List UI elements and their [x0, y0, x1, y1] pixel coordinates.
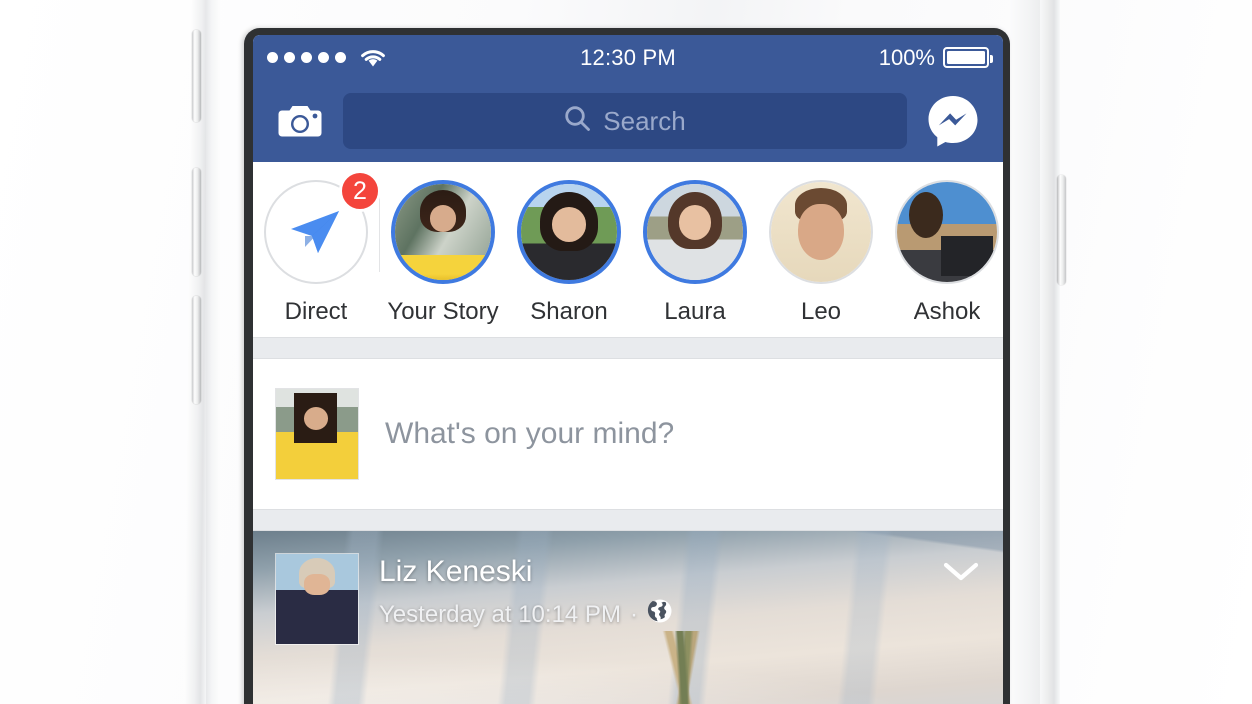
- search-input[interactable]: Search: [343, 93, 907, 149]
- navigation-bar: Search: [253, 80, 1003, 162]
- story-label: Sharon: [530, 298, 608, 325]
- status-bar: 12:30 PM 100%: [253, 35, 1003, 80]
- phone-screen: 12:30 PM 100% Search 2 Direct Your Story…: [253, 35, 1003, 704]
- post-meta: Liz Keneski Yesterday at 10:14 PM ·: [379, 553, 673, 631]
- story-label-direct: Direct: [284, 298, 348, 325]
- story-item-ashok[interactable]: Ashok: [884, 180, 1003, 326]
- silent-switch[interactable]: [192, 30, 201, 122]
- direct-badge: 2: [339, 170, 381, 212]
- story-item-leo[interactable]: Leo: [758, 180, 884, 326]
- avatar: [643, 180, 747, 284]
- search-placeholder: Search: [603, 105, 686, 136]
- battery-full-icon: [943, 47, 993, 68]
- story-label: Leo: [800, 298, 842, 325]
- paper-plane-icon: [291, 211, 339, 253]
- status-right-group: 100%: [878, 44, 993, 71]
- globe-icon[interactable]: [647, 598, 673, 631]
- post-author[interactable]: Liz Keneski: [379, 555, 673, 589]
- avatar: [895, 180, 999, 284]
- camera-icon[interactable]: [275, 99, 325, 143]
- post-subtitle: Yesterday at 10:14 PM ·: [379, 598, 673, 631]
- stories-row[interactable]: 2 Direct Your Story Sharon Laura Leo Ash…: [253, 162, 1003, 337]
- post-timestamp[interactable]: Yesterday at 10:14 PM: [379, 601, 621, 629]
- composer-placeholder: What's on your mind?: [385, 417, 675, 450]
- post-separator: ·: [629, 600, 638, 628]
- section-separator: [253, 337, 1003, 359]
- chevron-down-icon[interactable]: [941, 553, 981, 590]
- story-item-sharon[interactable]: Sharon: [506, 180, 632, 326]
- feed-post[interactable]: Liz Keneski Yesterday at 10:14 PM ·: [253, 531, 1003, 704]
- avatar: [391, 180, 495, 284]
- phone-left-edge: [206, 0, 220, 704]
- phone-right-edge: [1010, 0, 1044, 704]
- section-separator: [253, 509, 1003, 531]
- story-label: Laura: [664, 298, 726, 325]
- story-item-your-story[interactable]: Your Story: [380, 180, 506, 326]
- battery-percent: 100%: [878, 44, 935, 70]
- phone-right-side: [1040, 0, 1060, 704]
- volume-up-button[interactable]: [192, 168, 201, 276]
- avatar: [517, 180, 621, 284]
- story-label: Your Story: [387, 298, 499, 325]
- power-button[interactable]: [1057, 175, 1066, 285]
- avatar[interactable]: [275, 553, 359, 645]
- story-item-direct[interactable]: 2 Direct: [253, 170, 381, 326]
- volume-down-button[interactable]: [192, 296, 201, 404]
- post-header: Liz Keneski Yesterday at 10:14 PM ·: [253, 531, 1003, 667]
- search-icon: [564, 105, 591, 137]
- avatar: [275, 388, 359, 480]
- story-item-laura[interactable]: Laura: [632, 180, 758, 326]
- messenger-icon[interactable]: [925, 93, 981, 149]
- avatar: [769, 180, 873, 284]
- status-composer[interactable]: What's on your mind?: [253, 359, 1003, 509]
- story-label: Ashok: [913, 298, 981, 325]
